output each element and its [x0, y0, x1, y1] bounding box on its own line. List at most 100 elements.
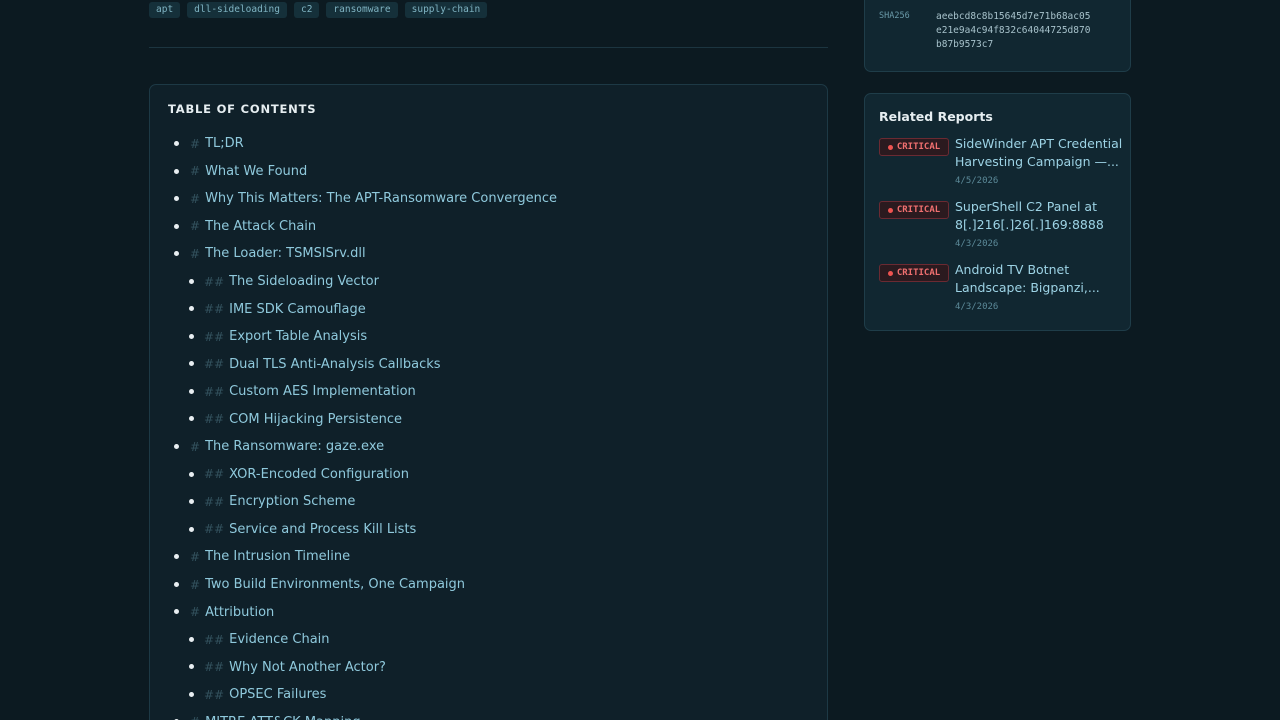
heading-marker-icon: ##	[204, 687, 225, 702]
bullet-icon	[189, 416, 194, 422]
toc-link[interactable]: The Attack Chain	[205, 219, 316, 234]
tag-chip[interactable]: apt	[149, 2, 181, 18]
toc-link[interactable]: The Loader: TSMSISrv.dll	[205, 246, 366, 261]
toc-link[interactable]: OPSEC Failures	[229, 687, 326, 702]
heading-marker-icon: #	[190, 605, 201, 620]
toc-link[interactable]: COM Hijacking Persistence	[229, 412, 402, 427]
toc-link[interactable]: The Ransomware: gaze.exe	[205, 439, 384, 454]
heading-marker-icon: #	[190, 577, 201, 592]
toc-link[interactable]: IME SDK Camouflage	[229, 302, 366, 317]
toc-link[interactable]: TL;DR	[205, 136, 244, 151]
bullet-icon	[189, 526, 194, 532]
bullet-icon	[174, 251, 179, 257]
heading-marker-icon: #	[190, 439, 201, 454]
toc-link[interactable]: Attribution	[205, 605, 274, 620]
bullet-icon	[174, 609, 179, 615]
toc-link[interactable]: Custom AES Implementation	[229, 384, 416, 399]
toc-item[interactable]: ## Why Not Another Actor?	[150, 653, 827, 681]
report-title-link[interactable]: SuperShell C2 Panel at 8[.]216[.]26[.]16…	[955, 198, 1127, 234]
heading-marker-icon: #	[190, 136, 201, 151]
tag-chip[interactable]: dll-sideloading	[187, 2, 287, 18]
toc-item[interactable]: # The Attack Chain	[150, 213, 827, 241]
bullet-icon	[174, 141, 179, 146]
heading-marker-icon: ##	[204, 632, 225, 647]
toc-link[interactable]: Export Table Analysis	[229, 329, 367, 344]
severity-badge: CRITICAL	[879, 201, 949, 219]
toc-item[interactable]: # The Intrusion Timeline	[150, 543, 827, 571]
toc-item[interactable]: # Why This Matters: The APT-Ransomware Co…	[150, 185, 827, 213]
heading-marker-icon: ##	[204, 467, 225, 482]
toc-link[interactable]: What We Found	[205, 164, 307, 179]
bullet-icon	[189, 333, 194, 339]
heading-marker-icon: ##	[204, 357, 225, 372]
toc-item[interactable]: # MITRE ATT&CK Mapping	[150, 708, 827, 720]
toc-link[interactable]: Why This Matters: The APT-Ransomware Con…	[205, 191, 557, 206]
table-of-contents: TABLE OF CONTENTS # TL;DR # What We Found # W…	[149, 84, 828, 720]
toc-link[interactable]: Dual TLS Anti-Analysis Callbacks	[229, 357, 440, 372]
heading-marker-icon: ##	[204, 412, 225, 427]
toc-item[interactable]: # Attribution	[150, 598, 827, 626]
toc-item[interactable]: # Two Build Environments, One Campaign	[150, 571, 827, 599]
toc-item[interactable]: ## Service and Process Kill Lists	[150, 516, 827, 544]
toc-link[interactable]: Encryption Scheme	[229, 494, 355, 509]
toc-item[interactable]: ## The Sideloading Vector	[150, 268, 827, 296]
toc-item[interactable]: # TL;DR	[150, 130, 827, 158]
toc-link[interactable]: Why Not Another Actor?	[229, 660, 386, 675]
toc-item[interactable]: ## XOR-Encoded Configuration	[150, 461, 827, 489]
bullet-icon	[189, 636, 194, 642]
toc-item[interactable]: ## Custom AES Implementation	[150, 378, 827, 406]
tag-chip[interactable]: c2	[293, 2, 320, 18]
hash-value[interactable]: aeebcd8c8b15645d7e71b68ac05 e21e9a4c94f8…	[936, 10, 1111, 52]
toc-item[interactable]: ## IME SDK Camouflage	[150, 295, 827, 323]
severity-label: CRITICAL	[896, 142, 941, 152]
heading-marker-icon: #	[190, 715, 200, 720]
toc-link[interactable]: Two Build Environments, One Campaign	[205, 577, 465, 592]
bullet-icon	[174, 581, 179, 587]
toc-link[interactable]: The Intrusion Timeline	[205, 549, 350, 564]
status-dot-icon	[887, 144, 893, 150]
bullet-icon	[189, 664, 194, 670]
toc-item[interactable]: ## Encryption Scheme	[150, 488, 827, 516]
tag-chip[interactable]: supply-chain	[404, 2, 488, 18]
bullet-icon	[189, 306, 194, 312]
bullet-icon	[174, 168, 179, 174]
hash-key: SHA256	[879, 11, 910, 21]
toc-item[interactable]: ## OPSEC Failures	[150, 681, 827, 709]
hash-line: aeebcd8c8b15645d7e71b68ac05	[936, 11, 1091, 22]
severity-badge: CRITICAL	[879, 138, 949, 156]
status-dot-icon	[887, 270, 893, 276]
toc-item[interactable]: ## COM Hijacking Persistence	[150, 405, 827, 433]
toc-item[interactable]: # The Ransomware: gaze.exe	[150, 433, 827, 461]
tag-chip[interactable]: ransomware	[326, 2, 398, 18]
heading-marker-icon: ##	[204, 329, 225, 344]
related-reports-card: Related Reports CRITICAL SideWinder APT …	[864, 93, 1131, 331]
heading-marker-icon: #	[190, 219, 201, 234]
bullet-icon	[189, 691, 194, 697]
heading-marker-icon: ##	[204, 274, 225, 289]
hash-card: SHA256 aeebcd8c8b15645d7e71b68ac05 e21e9…	[864, 0, 1131, 72]
toc-link[interactable]: XOR-Encoded Configuration	[229, 467, 409, 482]
bullet-icon	[189, 388, 194, 394]
heading-marker-icon: ##	[204, 494, 225, 509]
tag-list: apt dll-sideloading c2 ransomware supply-cha…	[149, 2, 488, 18]
toc-item[interactable]: # What We Found	[150, 158, 827, 186]
toc-link[interactable]: MITRE ATT&CK Mapping	[205, 715, 361, 720]
toc-item[interactable]: ## Evidence Chain	[150, 626, 827, 654]
hash-line: e21e9a4c94f832c64044725d870	[936, 25, 1091, 36]
report-date: 4/3/2026	[955, 302, 999, 312]
bullet-icon	[189, 471, 194, 477]
toc-item[interactable]: ## Dual TLS Anti-Analysis Callbacks	[150, 350, 827, 378]
bullet-icon	[189, 278, 194, 284]
bullet-icon	[174, 444, 179, 450]
report-date: 4/5/2026	[955, 176, 999, 186]
divider	[149, 47, 828, 48]
bullet-icon	[189, 499, 194, 505]
toc-link[interactable]: Evidence Chain	[229, 632, 329, 647]
toc-link[interactable]: Service and Process Kill Lists	[229, 522, 416, 537]
report-title-link[interactable]: Android TV Botnet Landscape: Bigpanzi,..…	[955, 261, 1127, 297]
toc-title: TABLE OF CONTENTS	[168, 102, 317, 116]
toc-item[interactable]: # The Loader: TSMSISrv.dll	[150, 240, 827, 268]
toc-link[interactable]: The Sideloading Vector	[229, 274, 379, 289]
toc-item[interactable]: ## Export Table Analysis	[150, 323, 827, 351]
report-title-link[interactable]: SideWinder APT Credential Harvesting Cam…	[955, 135, 1127, 171]
